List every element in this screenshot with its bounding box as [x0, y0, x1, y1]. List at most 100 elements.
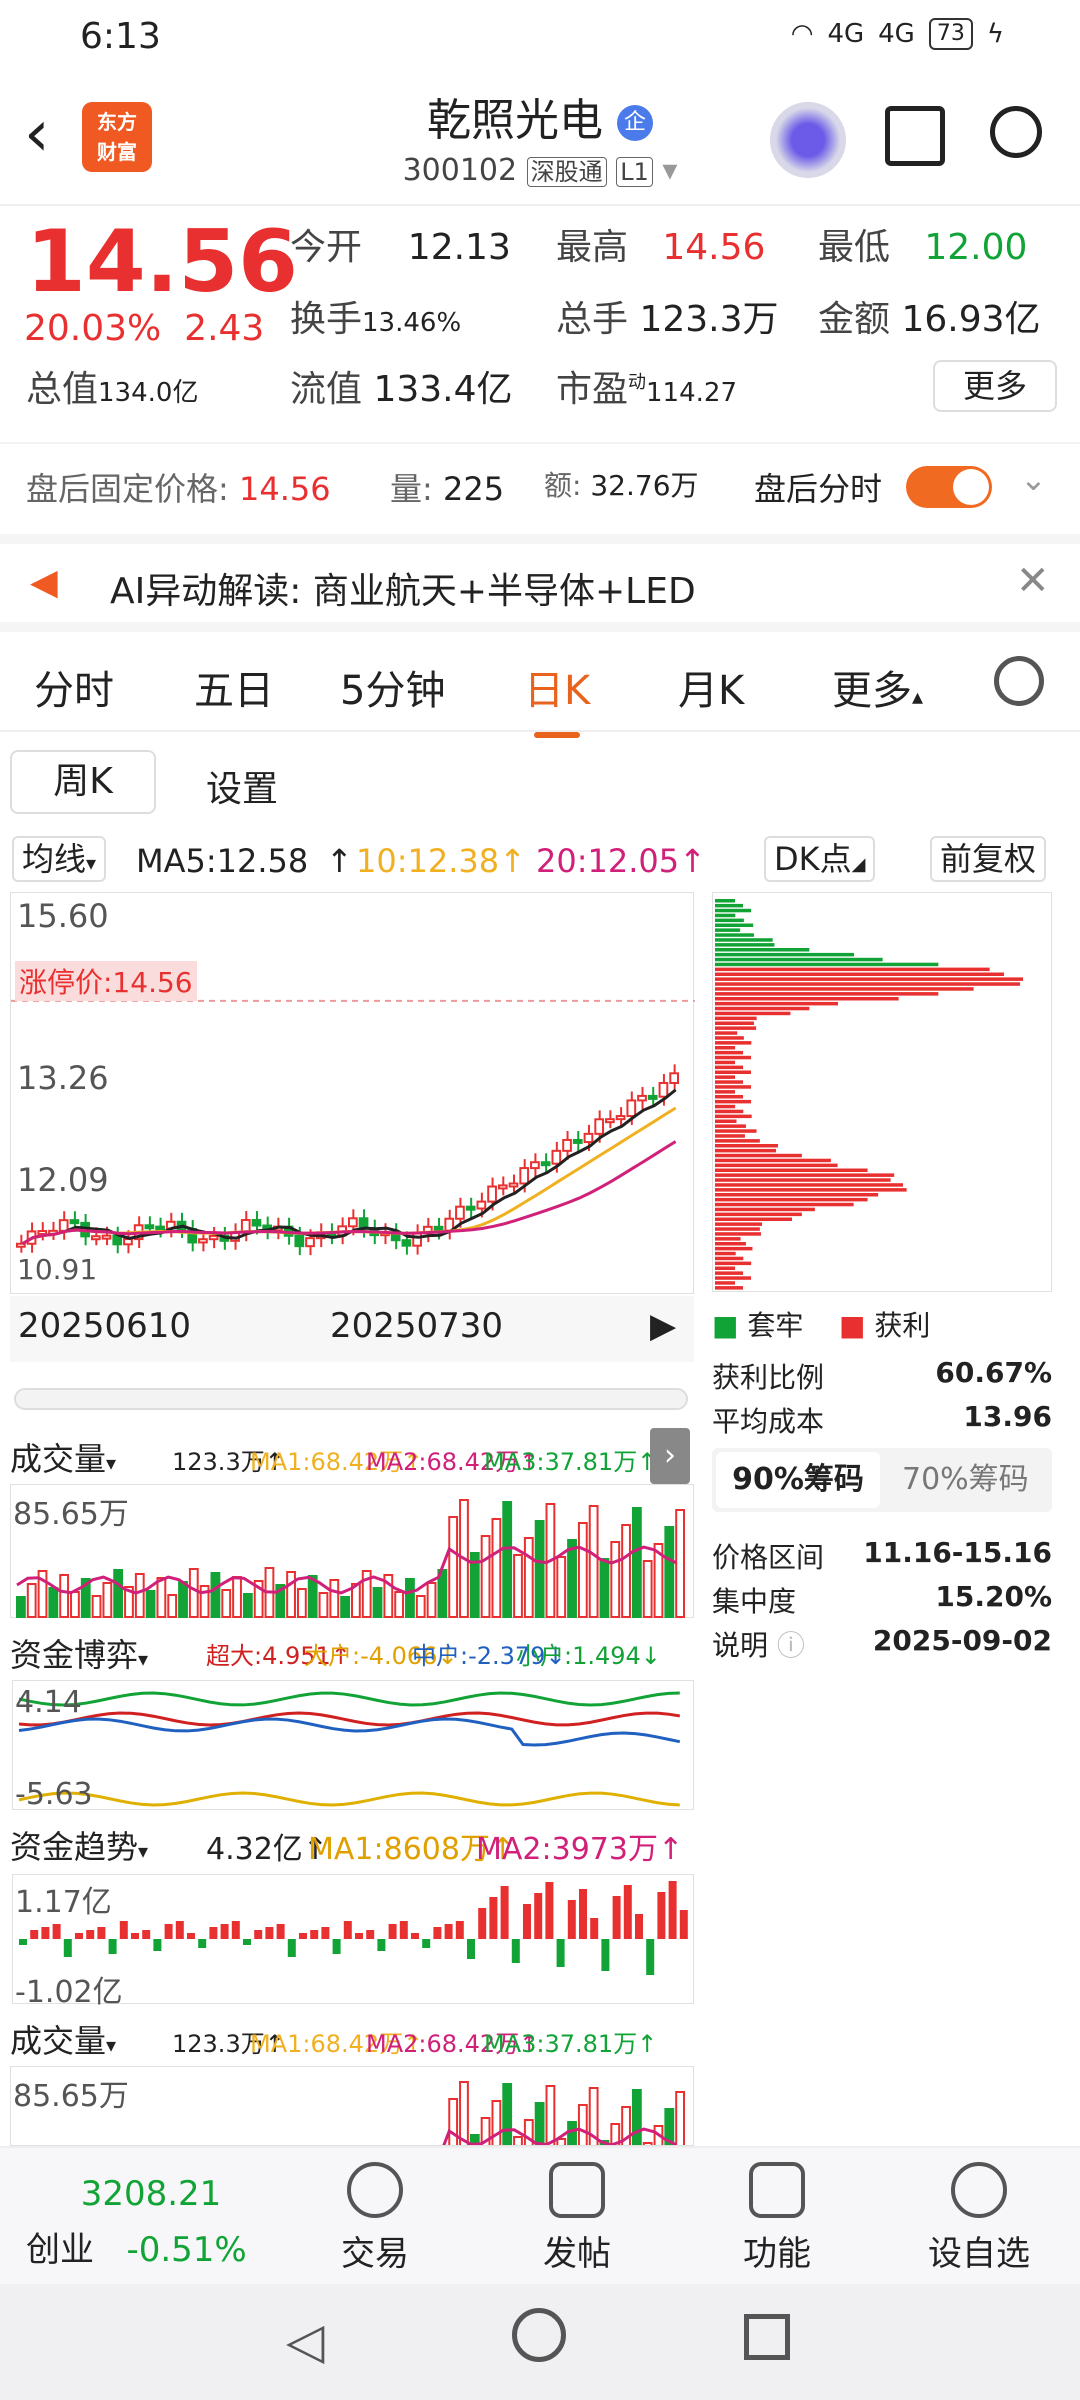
chip-bar — [715, 1246, 753, 1251]
x-tick: 20250610 — [18, 1306, 192, 1346]
trend-bar — [422, 1939, 431, 1948]
nav-trade[interactable]: 交易 — [310, 2162, 440, 2275]
ai-banner[interactable]: ◀ AI异动解读: 商业航天+半导体+LED ✕ — [0, 534, 1080, 632]
search-icon[interactable] — [990, 106, 1042, 158]
chip-bar — [715, 997, 899, 1001]
y-tick: 12.09 — [17, 1161, 109, 1199]
nav-function[interactable]: 功能 — [712, 2162, 842, 2275]
dropdown-icon: ▾ — [662, 153, 678, 188]
trend-bar — [511, 1939, 520, 1963]
candle — [508, 1182, 519, 1188]
volume-bar — [448, 1516, 459, 1618]
chip-bar — [715, 1178, 891, 1182]
ma-selector[interactable]: 均线▾ — [12, 836, 107, 882]
chip-bar — [715, 1109, 744, 1114]
trend-bar — [523, 1904, 531, 1939]
more-button[interactable]: 更多 — [933, 360, 1057, 412]
chip-bar — [715, 1202, 854, 1207]
connect-tag: 深股通 — [526, 157, 607, 187]
chip-bar — [715, 1153, 802, 1158]
after-hours-toggle[interactable] — [906, 466, 992, 508]
chip-bar — [715, 992, 939, 996]
trend-bar — [612, 1896, 621, 1939]
candle — [198, 1238, 208, 1244]
trend-bar — [231, 1921, 240, 1939]
settings-button[interactable]: 设置 — [206, 760, 278, 812]
adjust-selector[interactable]: 前复权 — [930, 836, 1047, 882]
nav-watchlist[interactable]: 设自选 — [914, 2162, 1044, 2275]
close-icon[interactable]: ✕ — [1016, 558, 1050, 604]
tab-more[interactable]: 更多▴ — [832, 658, 923, 716]
chip-bar — [715, 982, 1021, 986]
chip-bar — [715, 908, 752, 913]
recent-nav-icon[interactable] — [744, 2314, 790, 2360]
volume-selector-2[interactable]: 成交量▾ — [10, 2016, 116, 2062]
wifi-icon: ◠ — [790, 19, 814, 49]
chip-bar — [715, 1031, 738, 1035]
index-ticker[interactable]: 3208.21 创业 -0.51% — [26, 2174, 276, 2271]
trend-bar — [41, 1927, 50, 1939]
chip-bar — [715, 1080, 744, 1084]
tab-chip-70[interactable]: 70%筹码 — [902, 1452, 1029, 1508]
volume-bar — [502, 2083, 513, 2145]
chip-bar — [715, 1055, 752, 1060]
chip-bar — [715, 1060, 736, 1065]
play-icon[interactable]: ▶ — [650, 1306, 676, 1346]
chip-bar — [715, 1075, 736, 1079]
volume-bar — [48, 1587, 59, 1618]
volume-bar — [329, 1579, 340, 1618]
trend-bar — [567, 1900, 576, 1939]
ai-robot-icon[interactable] — [770, 102, 846, 178]
volume-bar — [556, 1556, 567, 1618]
chip-bar — [715, 1271, 744, 1275]
range-slider[interactable] — [14, 1388, 688, 1410]
after-hours-row: 盘后固定价格: 14.56 量: 225 额: 32.76万 盘后分时 ⌄ — [0, 442, 1080, 526]
chip-bar — [715, 1212, 802, 1217]
tab-monthly-k[interactable]: 月K — [678, 658, 744, 716]
period-tabs: 分时 五日 5分钟 日K 月K 更多▴ — [0, 632, 1080, 738]
mktcap-cell: 总值134.0亿 — [26, 369, 199, 410]
nav-post[interactable]: 发帖 — [512, 2162, 642, 2275]
trend-bar — [187, 1933, 195, 1939]
chip-bar — [715, 1232, 761, 1236]
tab-intraday[interactable]: 分时 — [34, 658, 114, 716]
dk-selector[interactable]: DK点◢ — [764, 836, 876, 882]
volume-bar — [631, 2089, 642, 2145]
home-nav-icon[interactable] — [512, 2308, 566, 2362]
tab-5min[interactable]: 5分钟 — [340, 658, 445, 716]
volume-selector[interactable]: 成交量▾ — [10, 1434, 116, 1480]
chevron-down-icon[interactable]: ⌄ — [1020, 460, 1047, 498]
gear-icon[interactable] — [994, 656, 1044, 706]
volume-bar — [415, 1595, 426, 1618]
after-hours-label: 盘后分时 — [754, 470, 883, 508]
capital-line — [18, 1791, 680, 1807]
chip-bar — [715, 972, 1005, 976]
capital-game-header: 资金博弈▾ 超大:4.951↑ 大户:-4.066↓ 中户:-2.379↓ 小户… — [0, 1626, 700, 1674]
chip-bar — [715, 1124, 746, 1128]
tab-chip-90[interactable]: 90%筹码 — [716, 1452, 880, 1508]
low-cell: 最低 12.00 — [818, 227, 1028, 268]
candle — [669, 1072, 680, 1084]
candle — [594, 1118, 605, 1135]
week-k-button[interactable]: 周K — [10, 750, 156, 814]
share-icon[interactable] — [885, 106, 945, 166]
volume-bar — [178, 1581, 188, 1618]
volume-bar — [340, 1596, 350, 1618]
candle — [551, 1149, 562, 1165]
kline-chart[interactable]: 15.60 13.26 12.09 10.91 涨停价:14.56 — [10, 892, 695, 1294]
y-tick: -1.02亿 — [15, 1975, 123, 2010]
capital-game-selector[interactable]: 资金博弈▾ — [10, 1630, 148, 1676]
chevron-right-icon[interactable]: › — [650, 1428, 690, 1484]
chip-bar — [715, 1222, 763, 1226]
tab-daily-k[interactable]: 日K — [524, 658, 590, 738]
back-nav-icon[interactable]: ◁ — [286, 2312, 324, 2370]
trend-bar — [489, 1897, 498, 1939]
open-cell: 今开 12.13 — [290, 227, 511, 268]
signal-icon: 4G — [878, 19, 915, 49]
chip-bar — [715, 1036, 744, 1040]
capital-trend-selector[interactable]: 资金趋势▾ — [10, 1822, 148, 1868]
tab-five-day[interactable]: 五日 — [194, 658, 274, 716]
candle — [251, 1219, 262, 1227]
trend-bar — [209, 1927, 218, 1939]
trend-bar — [198, 1939, 207, 1948]
